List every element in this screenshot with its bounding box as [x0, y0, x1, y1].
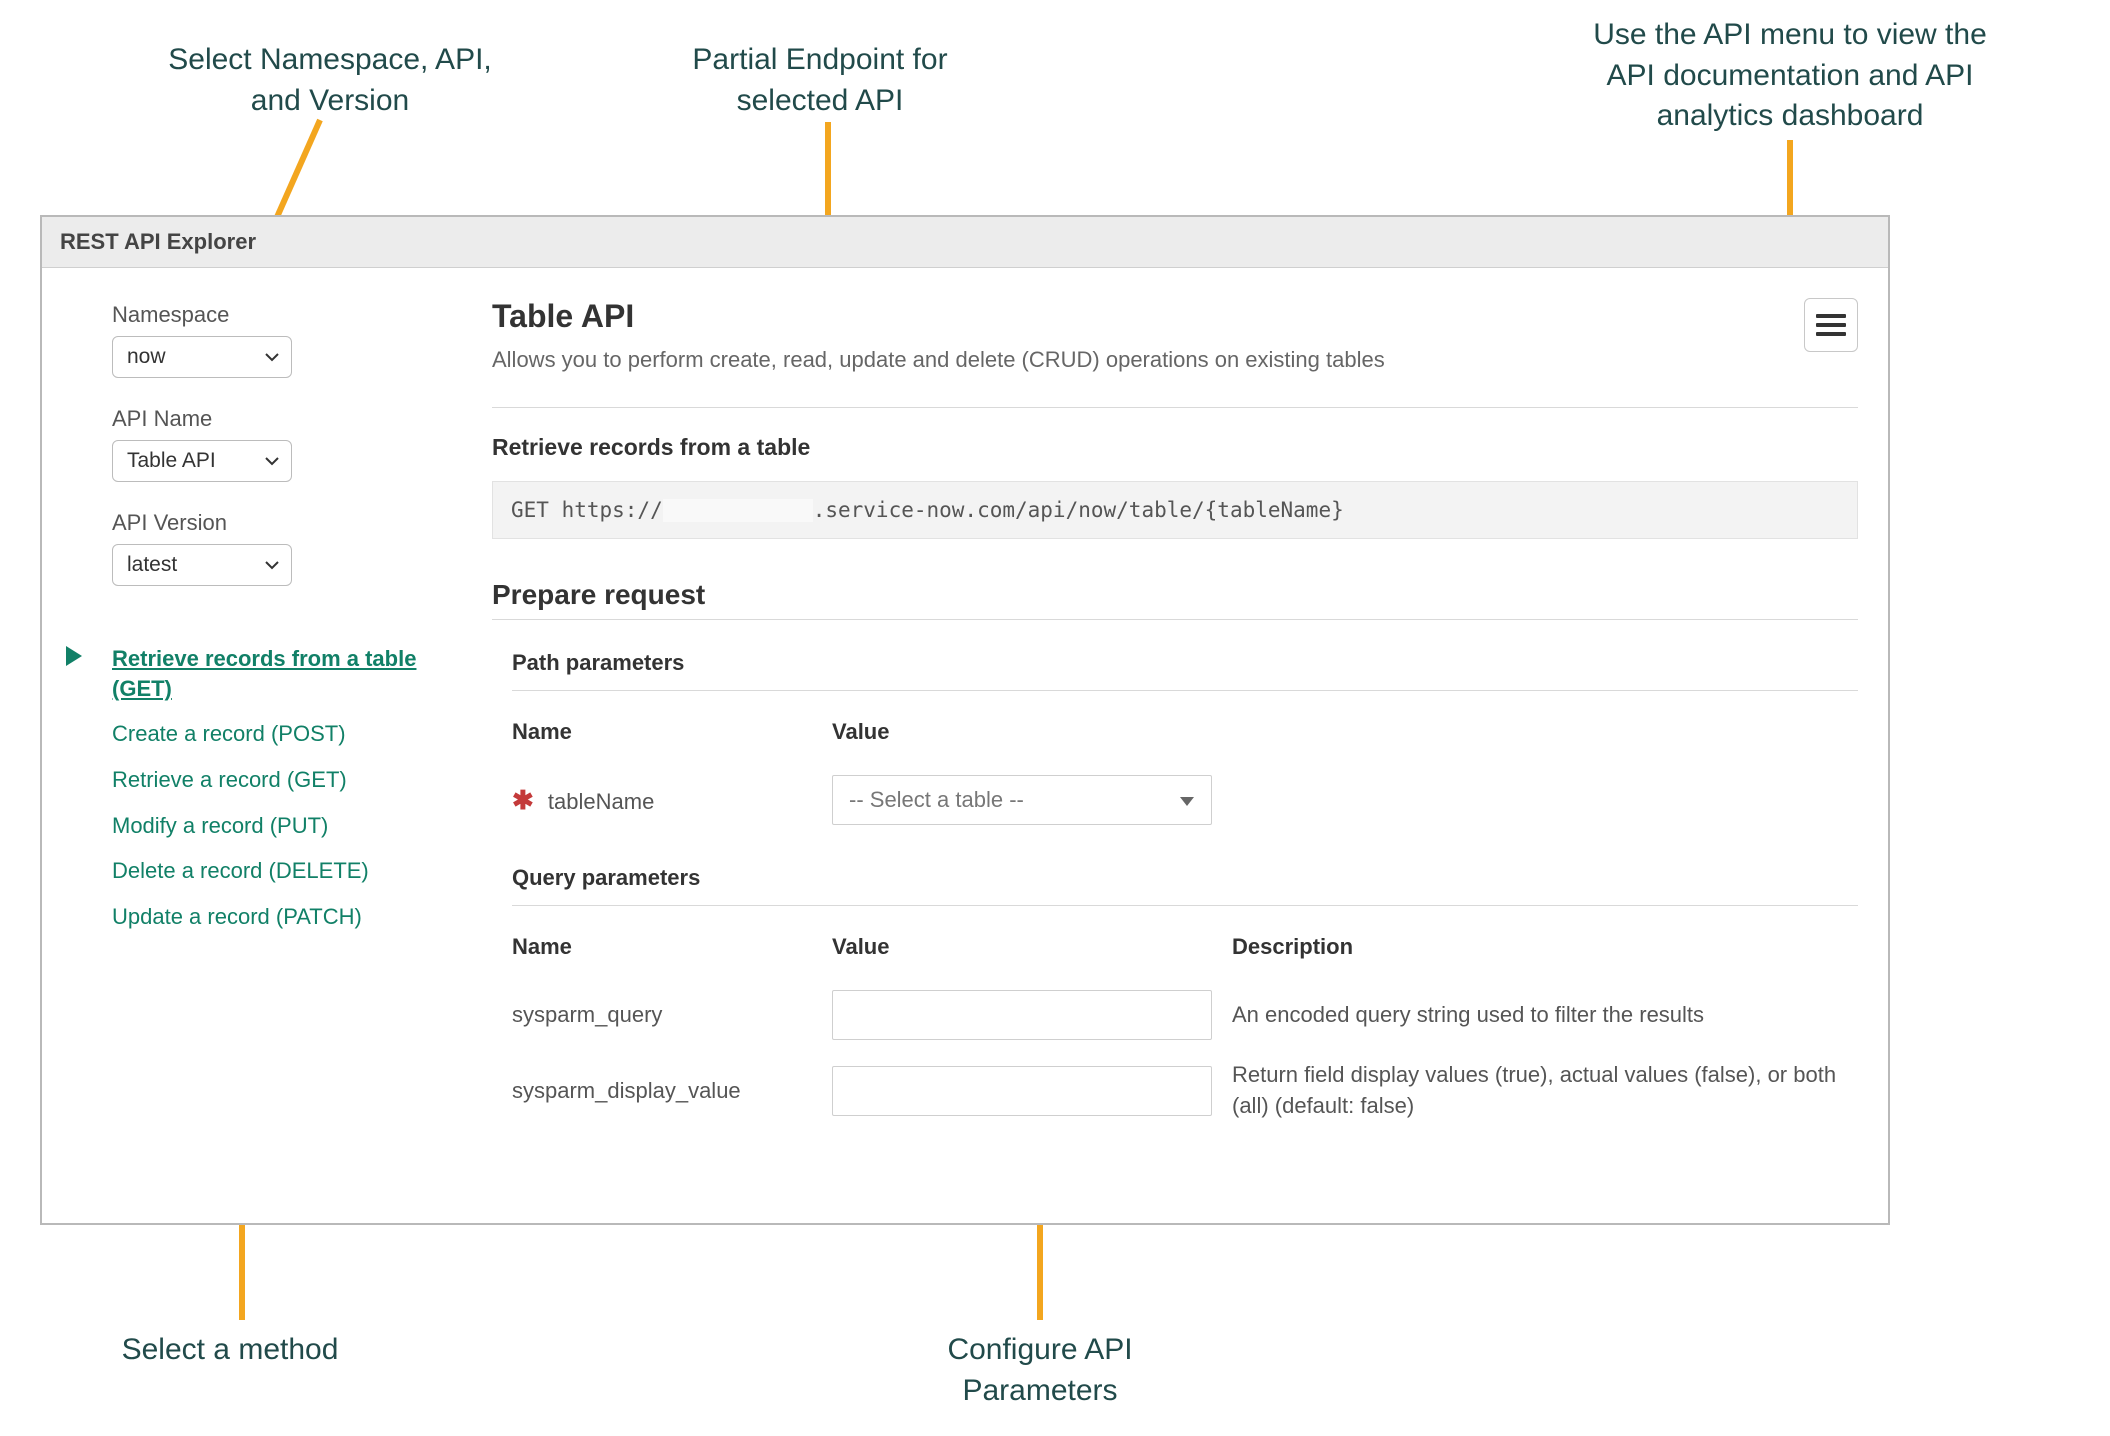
col-header-value: Value — [832, 920, 1232, 980]
path-parameters-title: Path parameters — [512, 650, 1858, 691]
apiname-group: API Name Table API — [112, 406, 432, 482]
path-param-row: ✱ tableName -- Select a table -- — [512, 765, 1858, 835]
hamburger-icon — [1816, 314, 1846, 336]
endpoint-instance-blank — [663, 499, 813, 522]
required-asterisk-icon: ✱ — [512, 785, 534, 815]
method-delete-record[interactable]: Delete a record (DELETE) — [82, 848, 432, 894]
tablename-placeholder: -- Select a table -- — [833, 787, 1163, 813]
query-parameters-section: Query parameters Name Value Description … — [492, 865, 1858, 1132]
callout-menu: Use the API menu to view theAPI document… — [1510, 15, 2070, 137]
param-name: sysparm_display_value — [512, 1050, 832, 1132]
apiversion-label: API Version — [112, 510, 432, 536]
param-name: tableName — [548, 789, 654, 814]
param-desc: An encoded query string used to filter t… — [1232, 980, 1858, 1050]
param-name: sysparm_query — [512, 980, 832, 1050]
namespace-select[interactable]: now — [112, 336, 292, 378]
callout-method: Select a method — [70, 1330, 390, 1371]
query-parameters-table: Name Value Description sysparm_query An … — [512, 920, 1858, 1132]
callout-namespace: Select Namespace, API,and Version — [110, 40, 550, 121]
prepare-request-title: Prepare request — [492, 579, 1858, 611]
method-label: Retrieve records from a table (GET) — [112, 646, 416, 701]
sysparm-display-value-input[interactable] — [832, 1066, 1212, 1116]
apiversion-value: latest — [112, 544, 292, 586]
tablename-select[interactable]: -- Select a table -- — [832, 775, 1212, 825]
path-parameters-section: Path parameters Name Value ✱ — [492, 650, 1858, 835]
method-modify-record[interactable]: Modify a record (PUT) — [82, 803, 432, 849]
endpoint-suffix: .service-now.com/api/now/table/{tableNam… — [813, 498, 1344, 522]
api-menu-button[interactable] — [1804, 298, 1858, 352]
sysparm-query-input[interactable] — [832, 990, 1212, 1040]
col-header-value: Value — [832, 705, 1232, 765]
query-param-row: sysparm_query An encoded query string us… — [512, 980, 1858, 1050]
method-list: Retrieve records from a table (GET) Crea… — [82, 636, 432, 940]
method-label: Delete a record (DELETE) — [112, 858, 369, 883]
namespace-label: Namespace — [112, 302, 432, 328]
path-parameters-table: Name Value ✱ tableName — [512, 705, 1858, 835]
method-label: Update a record (PATCH) — [112, 904, 362, 929]
query-parameters-title: Query parameters — [512, 865, 1858, 906]
api-description: Allows you to perform create, read, upda… — [492, 347, 1385, 373]
callout-endpoint: Partial Endpoint forselected API — [620, 40, 1020, 121]
endpoint-prefix: GET https:// — [511, 498, 663, 522]
endpoint-box: GET https:// .service-now.com/api/now/tab… — [492, 481, 1858, 539]
method-label: Modify a record (PUT) — [112, 813, 328, 838]
query-param-row: sysparm_display_value Return field displ… — [512, 1050, 1858, 1132]
method-update-record[interactable]: Update a record (PATCH) — [82, 894, 432, 940]
method-retrieve-records[interactable]: Retrieve records from a table (GET) — [82, 636, 432, 711]
sidebar: Namespace now API Name Table API — [42, 268, 462, 1224]
param-desc: Return field display values (true), actu… — [1232, 1050, 1858, 1132]
apiversion-select[interactable]: latest — [112, 544, 292, 586]
col-header-desc: Description — [1232, 920, 1858, 980]
main-content: Table API Allows you to perform create, … — [462, 268, 1888, 1224]
api-title: Table API — [492, 298, 1385, 335]
col-header-name: Name — [512, 920, 832, 980]
namespace-value: now — [112, 336, 292, 378]
namespace-group: Namespace now — [112, 302, 432, 378]
callouts-params: Configure APIParameters — [860, 1330, 1220, 1411]
apiname-select[interactable]: Table API — [112, 440, 292, 482]
col-header-name: Name — [512, 705, 832, 765]
play-icon — [66, 646, 82, 666]
method-retrieve-record[interactable]: Retrieve a record (GET) — [82, 757, 432, 803]
panel-title: REST API Explorer — [42, 217, 1888, 268]
apiname-value: Table API — [112, 440, 292, 482]
retrieve-title: Retrieve records from a table — [492, 434, 1858, 461]
apiname-label: API Name — [112, 406, 432, 432]
method-create-record[interactable]: Create a record (POST) — [82, 711, 432, 757]
method-label: Retrieve a record (GET) — [112, 767, 347, 792]
divider — [492, 407, 1858, 408]
chevron-down-icon — [1163, 787, 1211, 813]
method-label: Create a record (POST) — [112, 721, 346, 746]
divider — [492, 619, 1858, 620]
rest-api-explorer-panel: REST API Explorer Namespace now API Name… — [40, 215, 1890, 1225]
apiversion-group: API Version latest — [112, 510, 432, 586]
